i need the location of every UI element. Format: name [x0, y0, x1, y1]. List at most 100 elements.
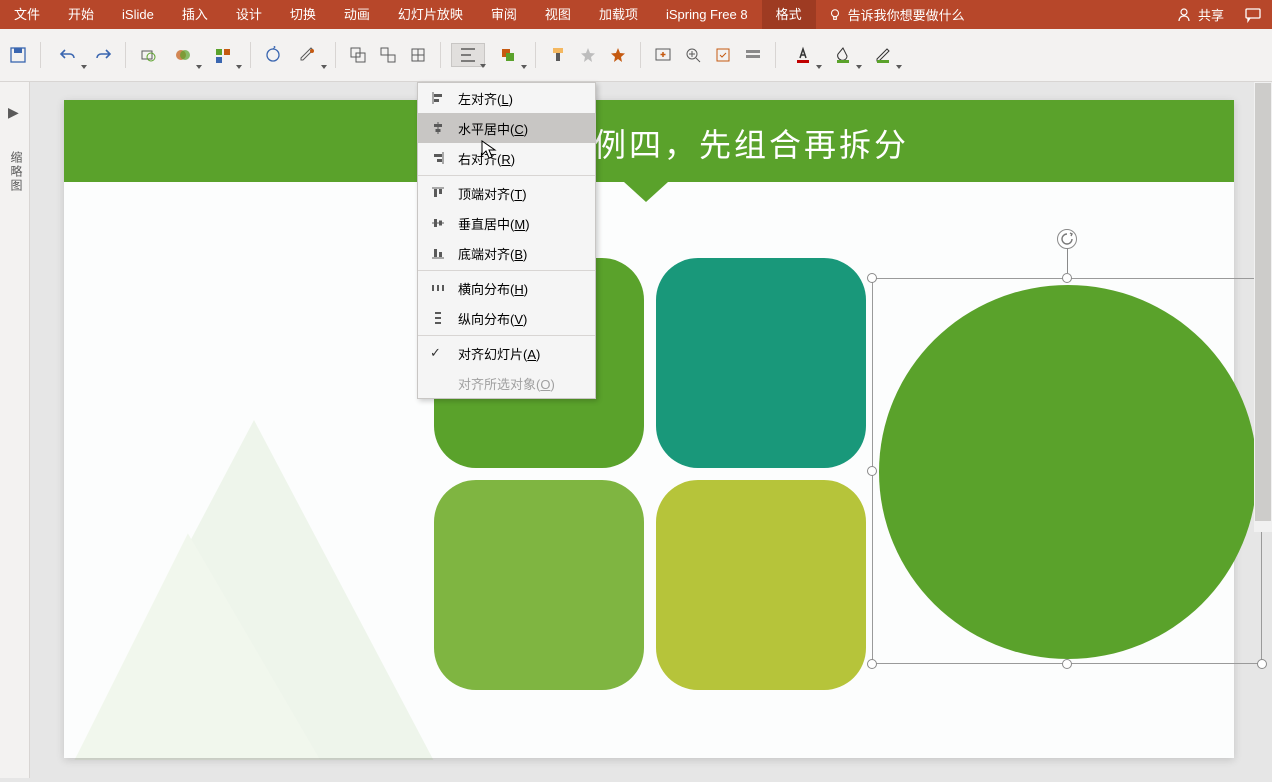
menu-divider-3 [418, 335, 595, 336]
comment-icon[interactable] [1244, 6, 1262, 24]
tab-design[interactable]: 设计 [222, 0, 276, 29]
vertical-scrollbar[interactable] [1254, 82, 1272, 532]
align-top-label: 顶端对齐(T) [458, 184, 527, 203]
align-selected-objects-item: 对齐所选对象(O) [418, 368, 595, 398]
format-painter-button[interactable] [546, 43, 570, 67]
distribute-horizontal-item[interactable]: 横向分布(H) [418, 273, 595, 303]
font-color-button[interactable] [786, 43, 820, 67]
align-dropdown: 左对齐(L) 水平居中(C) 右对齐(R) 顶端对齐(T) 垂直居中(M) 底端… [417, 82, 596, 399]
distribute-vertical-item[interactable]: 纵向分布(V) [418, 303, 595, 333]
align-center-h-label: 水平居中(C) [458, 119, 528, 138]
shape-styles-button[interactable] [206, 43, 240, 67]
animation-painter-button[interactable] [606, 43, 630, 67]
share-label: 共享 [1198, 5, 1224, 24]
tell-me-label: 告诉我你想要做什么 [848, 5, 965, 24]
merge-shapes-button[interactable] [166, 43, 200, 67]
rotate-icon [1060, 232, 1074, 246]
align-right-item[interactable]: 右对齐(R) [418, 143, 595, 173]
selected-circle-shape[interactable] [879, 285, 1257, 659]
thumbnail-panel-collapsed: ▶ 缩略图 [0, 82, 30, 778]
size-position-button[interactable] [406, 43, 430, 67]
tab-islide[interactable]: iSlide [108, 0, 168, 29]
tab-file[interactable]: 文件 [0, 0, 54, 29]
align-middle-vertical-item[interactable]: 垂直居中(M) [418, 208, 595, 238]
zoom-button[interactable] [681, 43, 705, 67]
effects-button[interactable] [576, 43, 600, 67]
resize-handle-bl[interactable] [867, 659, 877, 669]
edit-shape-button[interactable] [291, 43, 325, 67]
align-middle-v-label: 垂直居中(M) [458, 214, 530, 233]
ribbon-tabs: 文件 开始 iSlide 插入 设计 切换 动画 幻灯片放映 审阅 视图 加载项… [0, 0, 1272, 29]
align-right-label: 右对齐(R) [458, 149, 515, 168]
slide-title: 例四，先组合再拆分 [594, 120, 909, 166]
align-top-icon [430, 185, 446, 201]
redo-button[interactable] [91, 43, 115, 67]
title-notch [624, 182, 668, 202]
slide-canvas[interactable]: 例四，先组合再拆分 [30, 82, 1272, 778]
save-button[interactable] [6, 43, 30, 67]
menu-divider-2 [418, 270, 595, 271]
align-right-icon [430, 150, 446, 166]
thumbnail-label: 缩略图 [8, 151, 25, 193]
tab-review[interactable]: 审阅 [477, 0, 531, 29]
align-bottom-icon [430, 245, 446, 261]
align-left-label: 左对齐(L) [458, 89, 513, 108]
check-icon: ✓ [430, 345, 446, 361]
arrange-button[interactable] [491, 43, 525, 67]
resize-handle-ml[interactable] [867, 466, 877, 476]
tab-transition[interactable]: 切换 [276, 0, 330, 29]
align-bottom-label: 底端对齐(B) [458, 244, 527, 263]
tab-format[interactable]: 格式 [762, 0, 816, 29]
rotation-handle[interactable] [1057, 229, 1077, 249]
resize-handle-tm[interactable] [1062, 273, 1072, 283]
align-to-slide-item[interactable]: ✓ 对齐幻灯片(A) [418, 338, 595, 368]
resize-handle-bm[interactable] [1062, 659, 1072, 669]
section-button[interactable] [741, 43, 765, 67]
slide[interactable]: 例四，先组合再拆分 [64, 100, 1234, 758]
shape-outline-button[interactable] [866, 43, 900, 67]
new-slide-button[interactable] [651, 43, 675, 67]
tab-insert[interactable]: 插入 [168, 0, 222, 29]
align-button[interactable] [451, 43, 485, 67]
align-left-item[interactable]: 左对齐(L) [418, 83, 595, 113]
distribute-v-label: 纵向分布(V) [458, 309, 527, 328]
resize-handle-tl[interactable] [867, 273, 877, 283]
share-button[interactable]: 共享 [1166, 5, 1234, 24]
rounded-square-4[interactable] [656, 480, 866, 690]
reset-button[interactable] [711, 43, 735, 67]
background-decoration [64, 420, 444, 760]
distribute-h-icon [430, 280, 446, 296]
tab-slideshow[interactable]: 幻灯片放映 [384, 0, 477, 29]
lightbulb-icon [828, 8, 842, 22]
align-bottom-item[interactable]: 底端对齐(B) [418, 238, 595, 268]
shape-insert-button[interactable] [136, 43, 160, 67]
align-selected-label: 对齐所选对象(O) [458, 374, 555, 393]
align-middle-v-icon [430, 215, 446, 231]
distribute-h-label: 横向分布(H) [458, 279, 528, 298]
rounded-square-3[interactable] [434, 480, 644, 690]
rotate-button[interactable] [261, 43, 285, 67]
resize-handle-br[interactable] [1257, 659, 1267, 669]
selection-box[interactable] [872, 278, 1262, 664]
group-button[interactable] [346, 43, 370, 67]
align-center-h-icon [430, 120, 446, 136]
rounded-square-2[interactable] [656, 258, 866, 468]
tab-addins[interactable]: 加载项 [585, 0, 652, 29]
align-left-icon [430, 90, 446, 106]
distribute-v-icon [430, 310, 446, 326]
quick-toolbar [0, 29, 1272, 82]
shape-fill-button[interactable] [826, 43, 860, 67]
tab-animation[interactable]: 动画 [330, 0, 384, 29]
align-top-item[interactable]: 顶端对齐(T) [418, 178, 595, 208]
menu-divider [418, 175, 595, 176]
ungroup-button[interactable] [376, 43, 400, 67]
scrollbar-thumb[interactable] [1254, 82, 1272, 522]
align-to-slide-label: 对齐幻灯片(A) [458, 344, 540, 363]
align-center-horizontal-item[interactable]: 水平居中(C) [418, 113, 595, 143]
tab-view[interactable]: 视图 [531, 0, 585, 29]
undo-button[interactable] [51, 43, 85, 67]
tell-me-search[interactable]: 告诉我你想要做什么 [816, 5, 977, 24]
tab-home[interactable]: 开始 [54, 0, 108, 29]
expand-thumbnails-button[interactable]: ▶ [8, 104, 29, 121]
tab-ispring[interactable]: iSpring Free 8 [652, 0, 762, 29]
